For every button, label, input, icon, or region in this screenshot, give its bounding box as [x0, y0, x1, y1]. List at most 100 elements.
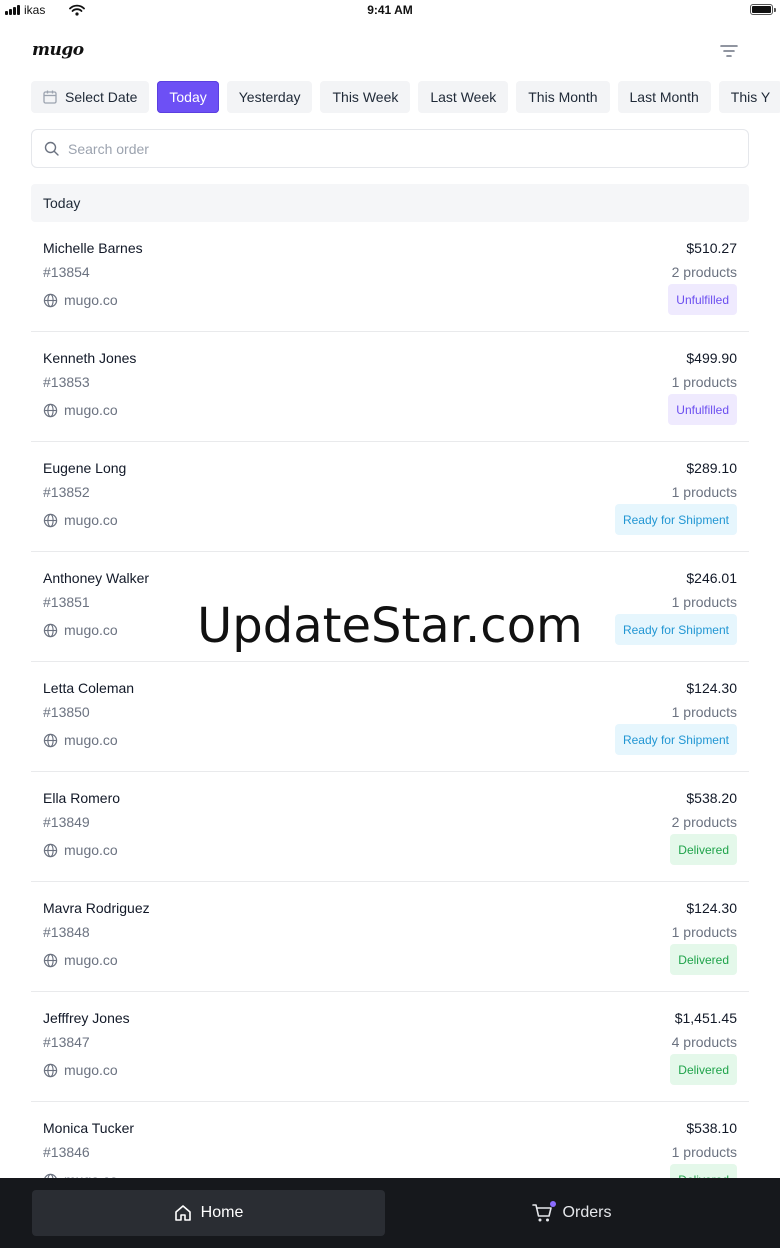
globe-icon — [43, 843, 58, 858]
source-label: mugo.co — [64, 622, 118, 638]
status-badge: Delivered — [670, 834, 737, 865]
product-count: 1 products — [671, 704, 737, 720]
tab-orders[interactable]: Orders — [395, 1190, 748, 1236]
status-time: 9:41 AM — [367, 3, 413, 17]
order-source: mugo.co — [43, 512, 118, 528]
order-total: $538.10 — [686, 1120, 737, 1136]
order-row[interactable]: Eugene Long #13852 mugo.co $289.10 1 product… — [31, 442, 749, 552]
source-label: mugo.co — [64, 732, 118, 748]
order-row[interactable]: Michelle Barnes #13854 mugo.co $510.27 2 pro… — [31, 222, 749, 332]
customer-name: Letta Coleman — [43, 680, 135, 696]
product-count: 2 products — [671, 814, 737, 830]
customer-name: Jefffrey Jones — [43, 1010, 130, 1026]
order-row[interactable]: Kenneth Jones #13853 mugo.co $499.90 1 produ… — [31, 332, 749, 442]
order-total: $124.30 — [686, 680, 737, 696]
date-chip[interactable]: Today — [157, 81, 219, 113]
order-total: $499.90 — [686, 350, 737, 366]
source-label: mugo.co — [64, 402, 118, 418]
section-title: Today — [43, 195, 81, 211]
bottom-tab-bar: Home Orders — [0, 1178, 780, 1248]
globe-icon — [43, 623, 58, 638]
status-badge: Delivered — [670, 1054, 737, 1085]
product-count: 1 products — [671, 924, 737, 940]
product-count: 1 products — [671, 594, 737, 610]
status-badge: Ready for Shipment — [614, 724, 737, 755]
search-input[interactable] — [68, 140, 708, 157]
order-number: #13850 — [43, 704, 90, 720]
section-header: Today — [31, 184, 749, 222]
order-row[interactable]: Ella Romero #13849 mugo.co $538.20 2 product… — [31, 772, 749, 882]
date-chip[interactable]: Last Month — [617, 81, 711, 113]
date-chip[interactable]: Yesterday — [226, 81, 313, 113]
source-label: mugo.co — [64, 842, 118, 858]
order-total: $538.20 — [686, 790, 737, 806]
filter-icon — [720, 45, 738, 57]
order-number: #13849 — [43, 814, 90, 830]
calendar-icon — [43, 90, 57, 104]
order-source: mugo.co — [43, 622, 118, 638]
order-total: $124.30 — [686, 900, 737, 916]
status-badge: Delivered — [670, 944, 737, 975]
date-chip[interactable]: This Y — [718, 81, 780, 113]
status-badge: Unfulfilled — [668, 284, 737, 315]
tab-home-label: Home — [200, 1204, 244, 1221]
order-source: mugo.co — [43, 842, 118, 858]
tab-home[interactable]: Home — [32, 1190, 385, 1236]
select-date-button[interactable]: Select Date — [31, 81, 150, 113]
product-count: 4 products — [671, 1034, 737, 1050]
globe-icon — [43, 513, 58, 528]
order-number: #13853 — [43, 374, 90, 390]
product-count: 1 products — [671, 1144, 737, 1160]
battery-icon — [750, 4, 776, 15]
order-total: $289.10 — [686, 460, 737, 476]
order-row[interactable]: Letta Coleman #13850 mugo.co $124.30 1 produ… — [31, 662, 749, 772]
date-chip[interactable]: This Month — [516, 81, 610, 113]
customer-name: Eugene Long — [43, 460, 127, 476]
tab-orders-label: Orders — [562, 1204, 612, 1221]
globe-icon — [43, 733, 58, 748]
order-source: mugo.co — [43, 952, 118, 968]
date-chip[interactable]: This Week — [320, 81, 411, 113]
order-total: $510.27 — [686, 240, 737, 256]
globe-icon — [43, 403, 58, 418]
order-source: mugo.co — [43, 732, 118, 748]
source-label: mugo.co — [64, 512, 118, 528]
notification-dot — [549, 1201, 556, 1207]
order-number: #13846 — [43, 1144, 90, 1160]
order-source: mugo.co — [43, 292, 118, 308]
order-number: #13854 — [43, 264, 90, 280]
filter-button[interactable] — [716, 40, 742, 62]
order-row[interactable]: Mavra Rodriguez #13848 mugo.co $124.30 1 pro… — [31, 882, 749, 992]
customer-name: Ella Romero — [43, 790, 121, 806]
customer-name: Mavra Rodriguez — [43, 900, 150, 916]
product-count: 2 products — [671, 264, 737, 280]
status-bar: ikas 9:41 AM — [0, 0, 780, 20]
order-total: $1,451.45 — [674, 1010, 737, 1026]
order-row[interactable]: Monica Tucker#13846mugo.co$538.101 produ… — [31, 1102, 749, 1178]
product-count: 1 products — [671, 374, 737, 390]
product-count: 1 products — [671, 484, 737, 500]
status-badge: Ready for Shipment — [614, 504, 737, 535]
order-source: mugo.co — [43, 1062, 118, 1078]
customer-name: Anthoney Walker — [43, 570, 150, 586]
order-number: #13852 — [43, 484, 90, 500]
app-logo: mugo — [32, 40, 84, 60]
date-chip[interactable]: Last Week — [418, 81, 509, 113]
order-number: #13848 — [43, 924, 90, 940]
globe-icon — [43, 953, 58, 968]
status-badge: Delivered — [670, 1164, 737, 1178]
search-icon — [44, 141, 59, 156]
order-number: #13847 — [43, 1034, 90, 1050]
customer-name: Michelle Barnes — [43, 240, 143, 256]
order-list: Michelle Barnes #13854 mugo.co $510.27 2 pro… — [31, 222, 749, 1178]
order-row[interactable]: Jefffrey Jones #13847 mugo.co $1,451.45 4 pr… — [31, 992, 749, 1102]
order-row[interactable]: Anthoney Walker #13851 mugo.co $246.01 1 pro… — [31, 552, 749, 662]
search-bar[interactable] — [31, 129, 749, 168]
globe-icon — [43, 293, 58, 308]
customer-name: Monica Tucker — [43, 1120, 135, 1136]
status-badge: Ready for Shipment — [614, 614, 737, 645]
cart-icon — [531, 1201, 556, 1223]
order-total: $246.01 — [686, 570, 737, 586]
globe-icon — [43, 1063, 58, 1078]
home-icon — [174, 1205, 191, 1221]
